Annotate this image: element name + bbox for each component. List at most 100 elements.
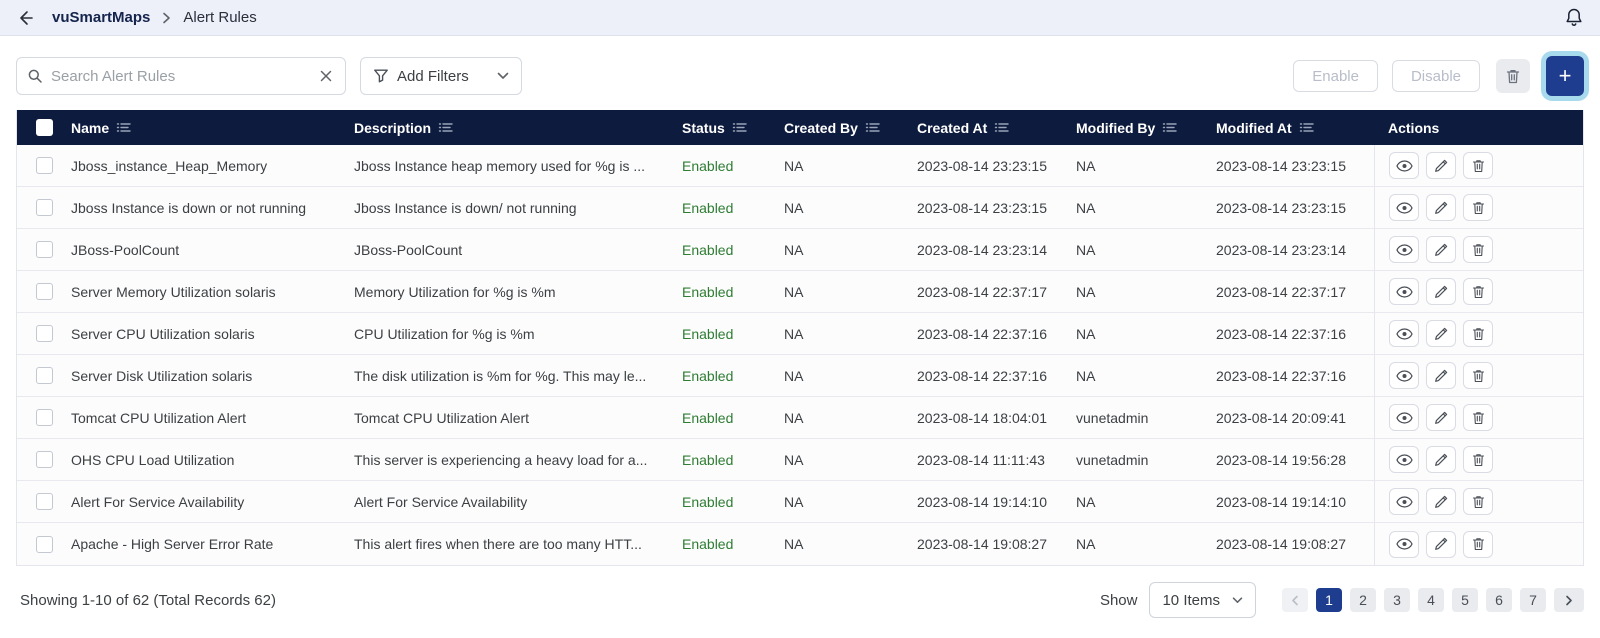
cell-created-by: NA: [784, 158, 917, 174]
column-header-description[interactable]: Description: [354, 120, 682, 136]
row-checkbox[interactable]: [36, 367, 53, 384]
table-row[interactable]: Server Disk Utilization solaris The disk…: [17, 355, 1583, 397]
select-all-checkbox[interactable]: [36, 119, 53, 136]
edit-button[interactable]: [1426, 362, 1456, 389]
column-sort-icon[interactable]: [994, 121, 1010, 134]
next-page-button[interactable]: [1554, 588, 1584, 612]
table-row[interactable]: Server Memory Utilization solaris Memory…: [17, 271, 1583, 313]
table-row[interactable]: JBoss-PoolCount JBoss-PoolCount Enabled …: [17, 229, 1583, 271]
search-box[interactable]: [16, 57, 346, 95]
column-header-modified-by[interactable]: Modified By: [1076, 120, 1216, 136]
page-button-5[interactable]: 5: [1452, 588, 1478, 612]
delete-button[interactable]: [1463, 152, 1493, 179]
row-checkbox-cell: [17, 451, 71, 468]
cell-name: Jboss_instance_Heap_Memory: [71, 158, 354, 174]
edit-button[interactable]: [1426, 446, 1456, 473]
prev-page-button[interactable]: [1282, 588, 1308, 612]
clear-search-button[interactable]: [317, 67, 335, 85]
view-button[interactable]: [1389, 531, 1419, 558]
edit-button[interactable]: [1426, 320, 1456, 347]
table-row[interactable]: OHS CPU Load Utilization This server is …: [17, 439, 1583, 481]
table-row[interactable]: Tomcat CPU Utilization Alert Tomcat CPU …: [17, 397, 1583, 439]
delete-button[interactable]: [1463, 278, 1493, 305]
view-button[interactable]: [1389, 446, 1419, 473]
column-sort-icon[interactable]: [438, 121, 454, 134]
page-button-7[interactable]: 7: [1520, 588, 1546, 612]
view-button[interactable]: [1389, 488, 1419, 515]
edit-button[interactable]: [1426, 278, 1456, 305]
column-header-created-by[interactable]: Created By: [784, 120, 917, 136]
cell-actions: [1374, 439, 1584, 480]
delete-button[interactable]: [1463, 446, 1493, 473]
cell-description: JBoss-PoolCount: [354, 242, 682, 258]
enable-button[interactable]: Enable: [1293, 60, 1378, 92]
edit-button[interactable]: [1426, 194, 1456, 221]
page-button-1[interactable]: 1: [1316, 588, 1342, 612]
view-button[interactable]: [1389, 194, 1419, 221]
table-row[interactable]: Jboss_instance_Heap_Memory Jboss Instanc…: [17, 145, 1583, 187]
page-button-3[interactable]: 3: [1384, 588, 1410, 612]
add-alert-rule-button[interactable]: +: [1546, 56, 1584, 96]
column-sort-icon[interactable]: [865, 121, 881, 134]
row-checkbox[interactable]: [36, 493, 53, 510]
column-header-created-at[interactable]: Created At: [917, 120, 1076, 136]
cell-actions: [1374, 481, 1584, 522]
add-filters-button[interactable]: Add Filters: [360, 57, 522, 95]
column-sort-icon[interactable]: [116, 121, 132, 134]
row-checkbox[interactable]: [36, 241, 53, 258]
view-button[interactable]: [1389, 152, 1419, 179]
delete-button[interactable]: [1463, 362, 1493, 389]
delete-button[interactable]: [1463, 404, 1493, 431]
page-button-2[interactable]: 2: [1350, 588, 1376, 612]
cell-created-by: NA: [784, 284, 917, 300]
edit-button[interactable]: [1426, 152, 1456, 179]
edit-button[interactable]: [1426, 236, 1456, 263]
row-checkbox[interactable]: [36, 536, 53, 553]
page-button-4[interactable]: 4: [1418, 588, 1444, 612]
table-row[interactable]: Server CPU Utilization solaris CPU Utili…: [17, 313, 1583, 355]
view-button[interactable]: [1389, 236, 1419, 263]
row-checkbox[interactable]: [36, 199, 53, 216]
delete-button[interactable]: [1463, 320, 1493, 347]
table-row[interactable]: Jboss Instance is down or not running Jb…: [17, 187, 1583, 229]
trash-icon: [1472, 369, 1485, 383]
row-checkbox[interactable]: [36, 157, 53, 174]
view-button[interactable]: [1389, 320, 1419, 347]
column-sort-icon[interactable]: [1299, 121, 1315, 134]
delete-button[interactable]: [1463, 194, 1493, 221]
column-header-status[interactable]: Status: [682, 120, 784, 136]
view-button[interactable]: [1389, 278, 1419, 305]
page-button-6[interactable]: 6: [1486, 588, 1512, 612]
edit-button[interactable]: [1426, 531, 1456, 558]
bulk-delete-button[interactable]: [1496, 59, 1530, 93]
edit-button[interactable]: [1426, 488, 1456, 515]
disable-button[interactable]: Disable: [1392, 60, 1480, 92]
view-button[interactable]: [1389, 404, 1419, 431]
row-checkbox[interactable]: [36, 283, 53, 300]
column-header-name[interactable]: Name: [71, 120, 354, 136]
column-header-label: Modified At: [1216, 120, 1292, 136]
delete-button[interactable]: [1463, 488, 1493, 515]
notifications-button[interactable]: [1564, 7, 1584, 29]
cell-actions: [1374, 313, 1584, 354]
cell-name: Jboss Instance is down or not running: [71, 200, 354, 216]
column-header-modified-at[interactable]: Modified At: [1216, 120, 1374, 136]
row-checkbox[interactable]: [36, 325, 53, 342]
edit-button[interactable]: [1426, 404, 1456, 431]
breadcrumb-app[interactable]: vuSmartMaps: [52, 9, 150, 26]
column-sort-icon[interactable]: [1162, 121, 1178, 134]
chevron-right-icon: [162, 12, 171, 24]
pagination: 1234567: [1282, 588, 1584, 612]
back-button[interactable]: [16, 9, 34, 27]
row-checkbox[interactable]: [36, 451, 53, 468]
view-button[interactable]: [1389, 362, 1419, 389]
delete-button[interactable]: [1463, 236, 1493, 263]
cell-description: This server is experiencing a heavy load…: [354, 452, 682, 468]
search-input[interactable]: [51, 68, 317, 85]
table-row[interactable]: Apache - High Server Error Rate This ale…: [17, 523, 1583, 565]
row-checkbox[interactable]: [36, 409, 53, 426]
delete-button[interactable]: [1463, 531, 1493, 558]
column-sort-icon[interactable]: [732, 121, 748, 134]
table-row[interactable]: Alert For Service Availability Alert For…: [17, 481, 1583, 523]
page-size-select[interactable]: 10 Items: [1149, 582, 1256, 618]
